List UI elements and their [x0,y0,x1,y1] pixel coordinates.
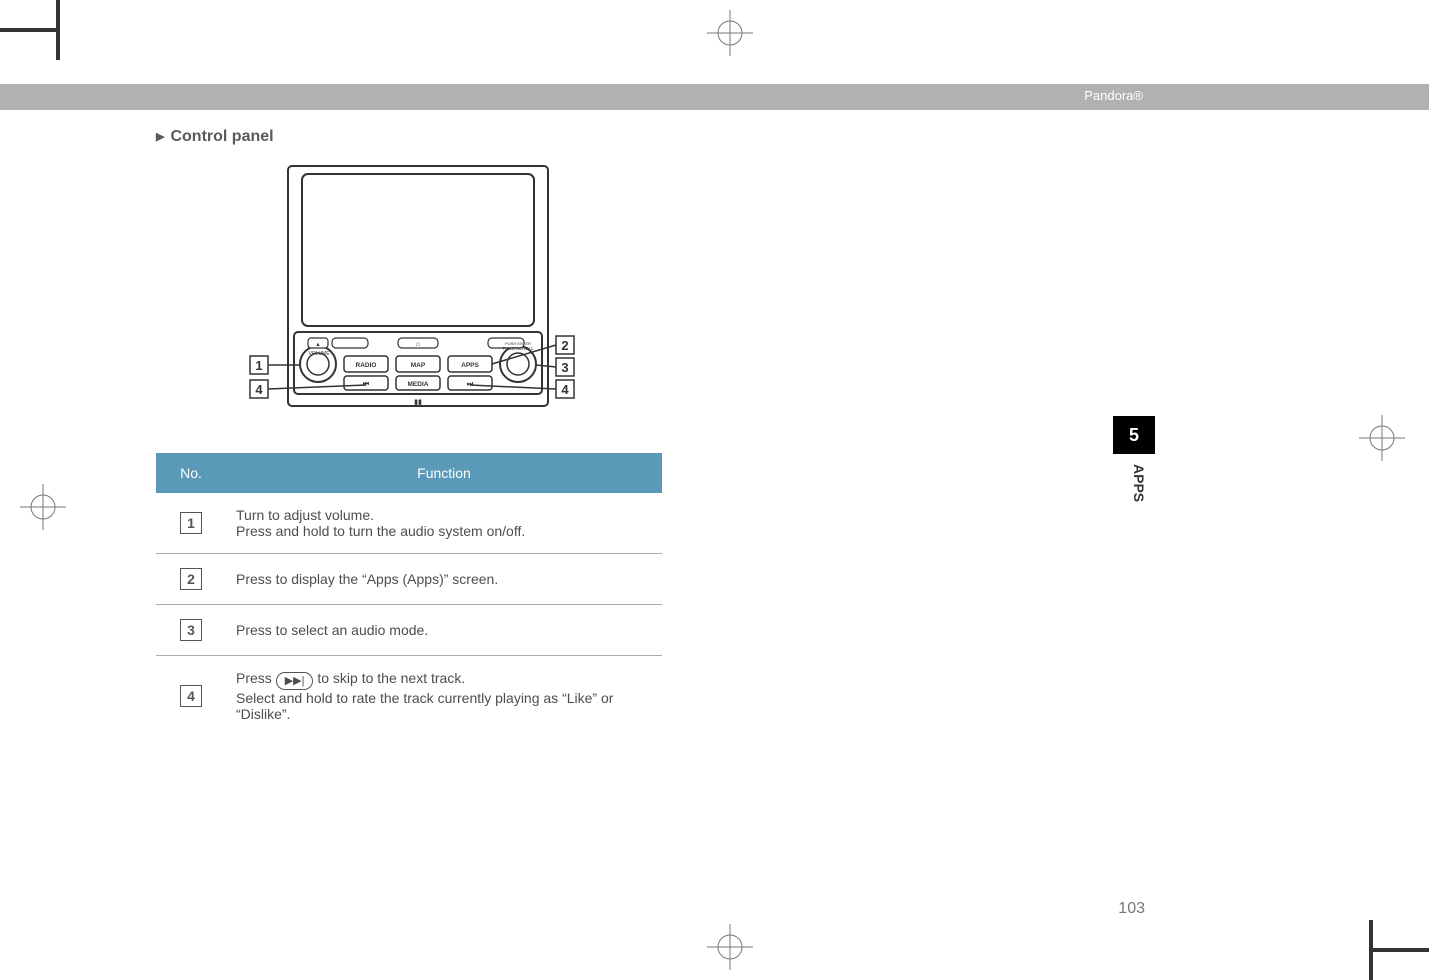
breadcrumb: Pandora® [1084,88,1143,103]
table-row: 2 Press to display the “Apps (Apps)” scr… [156,554,662,605]
registration-mark-left [20,484,66,530]
svg-text:RADIO: RADIO [356,362,377,369]
page-number: 103 [1118,900,1145,918]
svg-text:PUSH ENTER: PUSH ENTER [505,341,531,346]
row-number: 1 [180,512,202,534]
col-no-header: No. [156,453,226,493]
svg-text:MAP: MAP [411,362,426,369]
page-content: Control panel [156,128,662,736]
svg-text:TUNE/SCROLL: TUNE/SCROLL [502,346,534,351]
control-panel-diagram: RADIO MAP APPS ⏮ MEDIA ⏭ ▮▮ ▲ ⌂ VOLUME T… [248,160,662,425]
row-number: 2 [180,568,202,590]
row-text: Press to select an audio mode. [236,622,428,638]
table-row: 4 Press ▶▶| to skip to the next track. S… [156,656,662,737]
svg-text:APPS: APPS [461,362,479,369]
svg-text:4: 4 [255,382,263,397]
col-func-header: Function [226,453,662,493]
registration-mark-bottom [707,924,753,970]
svg-text:VOLUME: VOLUME [308,351,330,357]
svg-text:⌂: ⌂ [416,341,420,348]
row-number: 4 [180,685,202,707]
svg-text:3: 3 [561,360,568,375]
row-text-prefix: Press [236,670,276,686]
breadcrumb-text: Pandora® [1084,88,1143,103]
svg-text:2: 2 [561,338,568,353]
svg-text:▲: ▲ [315,342,320,348]
thumb-tab: 5 [1113,416,1155,454]
row-text: Turn to adjust volume. [236,507,374,523]
row-text: Select and hold to rate the track curren… [236,690,613,722]
row-number: 3 [180,619,202,641]
svg-text:1: 1 [255,358,262,373]
svg-text:4: 4 [561,382,569,397]
table-row: 1 Turn to adjust volume. Press and hold … [156,493,662,554]
svg-text:▮▮: ▮▮ [414,399,422,406]
header-background [0,84,1429,110]
registration-mark-top [707,10,753,56]
thumb-tab-label: APPS [1131,464,1147,502]
table-row: 3 Press to select an audio mode. [156,605,662,656]
next-track-button-icon: ▶▶| [276,672,314,690]
crop-mark-top-left [0,0,80,80]
function-table: No. Function 1 Turn to adjust volume. Pr… [156,453,662,736]
svg-text:MEDIA: MEDIA [408,381,429,388]
row-text-after: to skip to the next track. [313,670,465,686]
row-text: Press to display the “Apps (Apps)” scree… [236,571,498,587]
row-text: Press and hold to turn the audio system … [236,523,525,539]
thumb-tab-number: 5 [1129,425,1139,445]
crop-mark-bottom-right [1349,900,1429,980]
section-title: Control panel [156,128,662,146]
registration-mark-right [1359,415,1405,461]
